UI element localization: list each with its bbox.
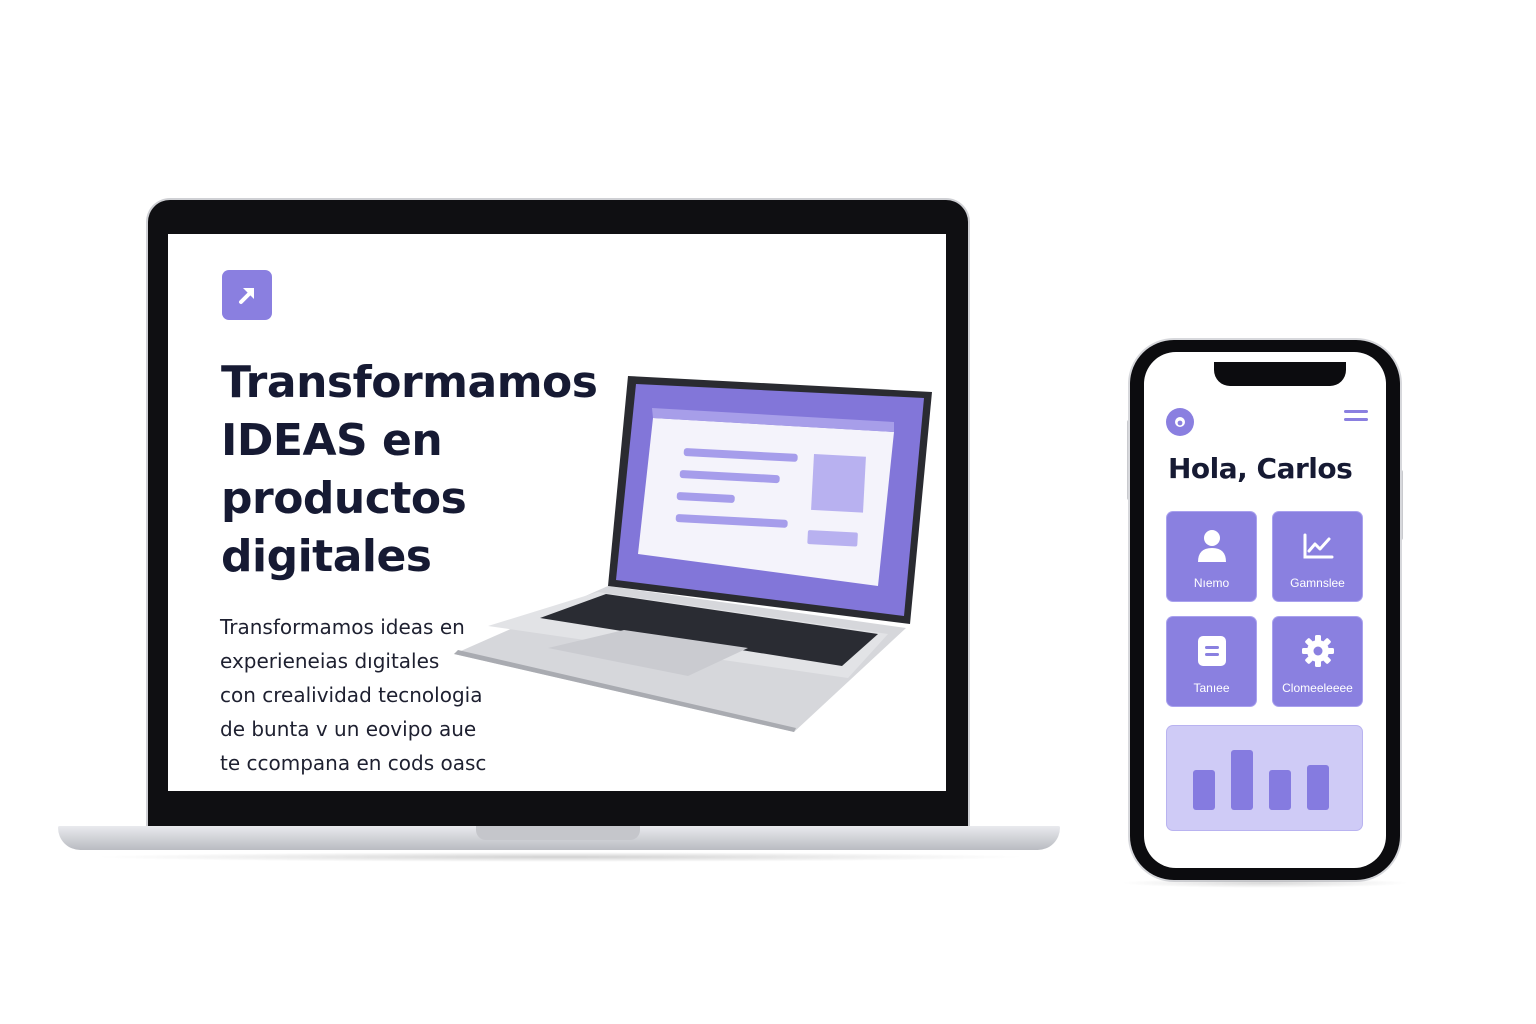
phone-bar-chart — [1167, 726, 1362, 830]
arrow-up-right-icon — [239, 288, 254, 304]
tile-label: Nıemo — [1193, 576, 1230, 590]
laptop-shadow — [90, 852, 1030, 862]
phone-frame: Hola, Carlos Nıemo Gamnslee Tanıee Clome… — [1130, 340, 1400, 880]
tile-profile[interactable]: Nıemo — [1167, 512, 1256, 601]
tile-label: Gamnslee — [1290, 576, 1345, 590]
phone-shadow — [1120, 878, 1410, 888]
hero-body-line: con crealividad tecnologia — [220, 683, 483, 707]
chart-bar — [1231, 750, 1253, 810]
gear-icon — [1301, 635, 1334, 667]
avatar[interactable] — [1166, 408, 1194, 436]
hero-body-line: de bunta v un eovipo aue — [220, 717, 477, 741]
user-icon — [1197, 530, 1226, 562]
tile-label: Tanıee — [1193, 681, 1230, 695]
phone-screen: Hola, Carlos Nıemo Gamnslee Tanıee Clome… — [1144, 352, 1386, 868]
profile-icon — [1175, 417, 1185, 427]
phone-notch — [1214, 362, 1346, 386]
document-icon — [1197, 636, 1226, 666]
chart-bar — [1307, 765, 1329, 810]
tile-stats[interactable]: Gamnslee — [1273, 512, 1362, 601]
tile-documents[interactable]: Tanıee — [1167, 617, 1256, 706]
hero-title-line: IDEAS en — [221, 415, 443, 466]
hero-body-line: experieneias dıgitales — [220, 649, 440, 673]
chart-bar — [1269, 770, 1291, 810]
tile-label: Clomeeleeee — [1282, 681, 1353, 695]
hero-title-line: digitales — [221, 531, 432, 582]
hamburger-menu-icon[interactable] — [1344, 410, 1368, 428]
tile-settings[interactable]: Clomeeleeee — [1273, 617, 1362, 706]
laptop-illustration — [454, 376, 932, 732]
logo-badge[interactable] — [222, 270, 272, 320]
hero-body-line: Transformamos ideas en — [220, 615, 465, 639]
laptop-hinge-notch — [476, 826, 640, 840]
hero-body-line: te ccompana en cods oasc — [220, 751, 487, 775]
chart-line-icon — [1303, 533, 1333, 559]
greeting-title: Hola, Carlos — [1168, 452, 1353, 485]
chart-bar — [1193, 770, 1215, 810]
hero-title-line: productos — [221, 473, 467, 524]
